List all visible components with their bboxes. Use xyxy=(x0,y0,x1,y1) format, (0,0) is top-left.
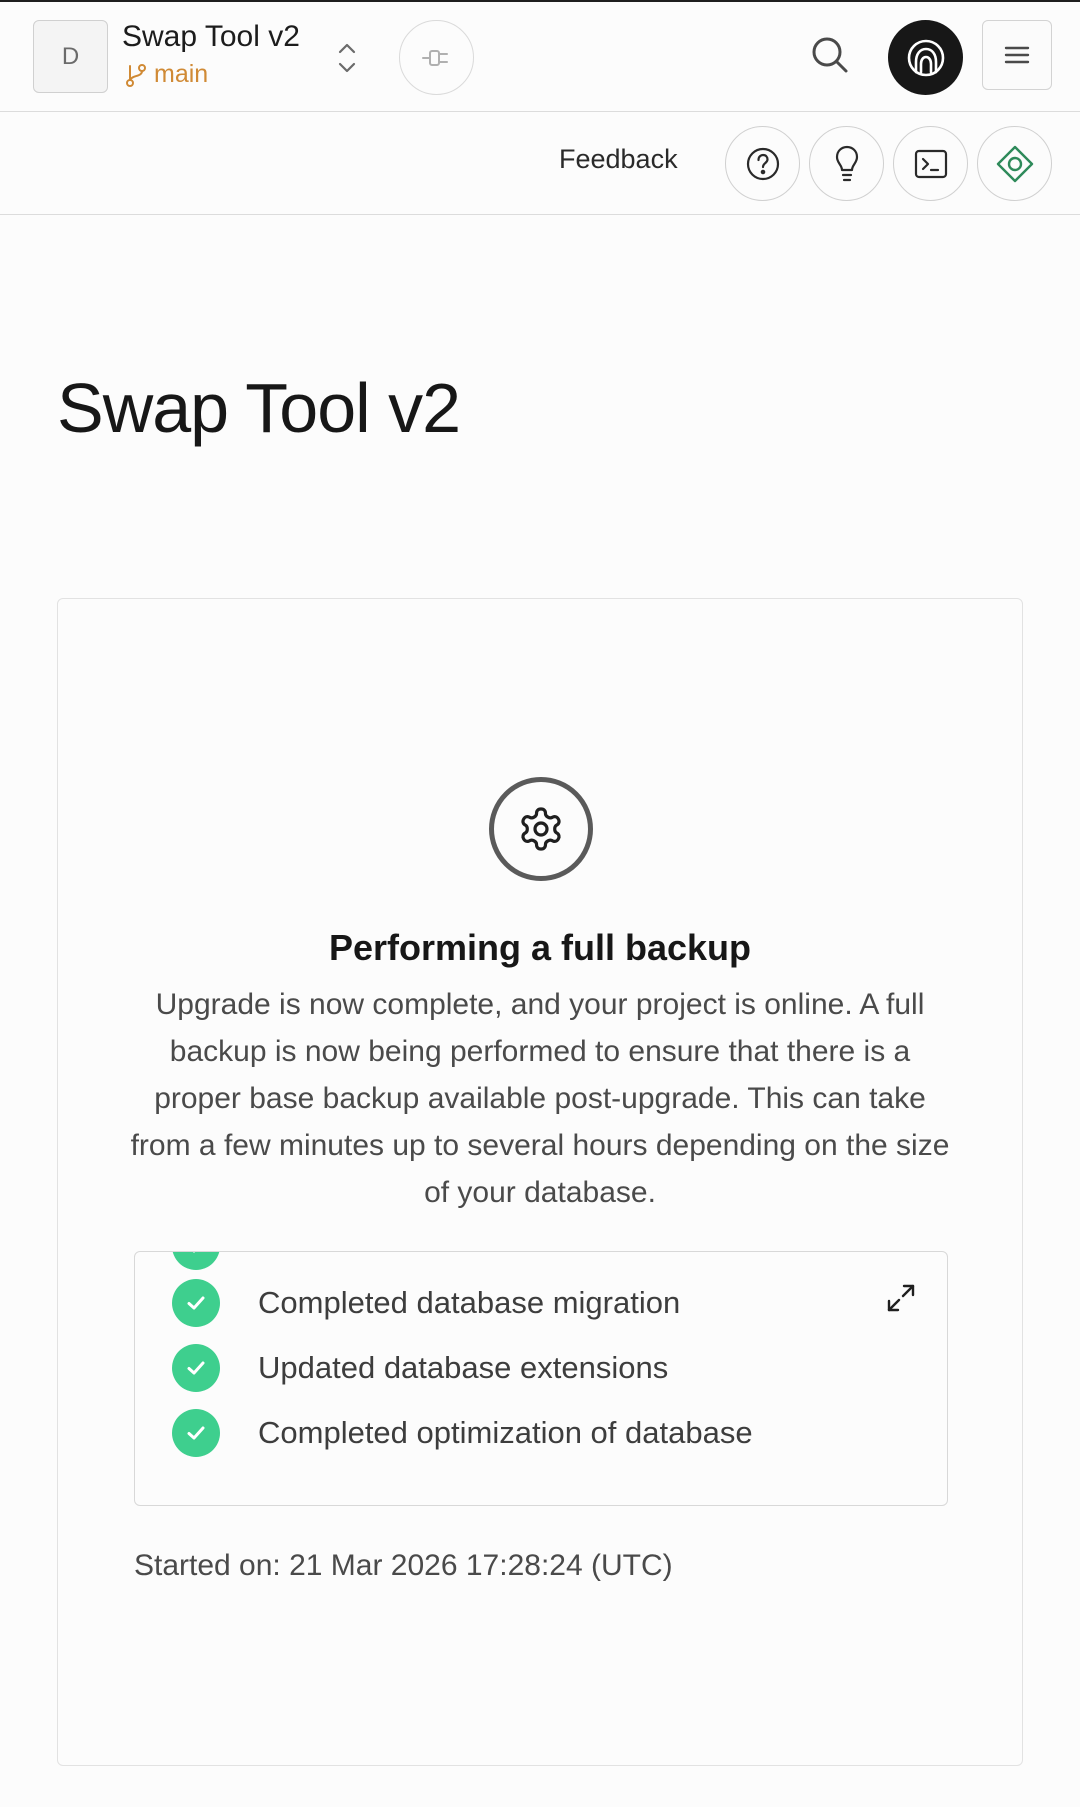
branch-name: main xyxy=(154,60,209,88)
terminal-icon xyxy=(914,149,947,178)
expand-icon xyxy=(887,1284,915,1312)
connect-button[interactable] xyxy=(399,20,474,95)
list-item: Completed database migration xyxy=(172,1279,680,1327)
check-icon xyxy=(172,1344,220,1392)
menu-button[interactable] xyxy=(982,20,1052,90)
project-switcher-chevron-icon[interactable] xyxy=(332,38,362,78)
top-navigation-bar: D Swap Tool v2 main xyxy=(0,0,1080,112)
project-name[interactable]: Swap Tool v2 xyxy=(122,20,300,54)
list-item xyxy=(172,1252,220,1270)
lightbulb-icon xyxy=(835,145,858,181)
account-icon xyxy=(907,39,944,76)
list-item: Updated database extensions xyxy=(172,1344,668,1392)
account-button[interactable] xyxy=(888,20,963,95)
check-icon xyxy=(172,1409,220,1457)
branch-icon xyxy=(126,63,146,87)
check-icon xyxy=(172,1279,220,1327)
status-icon-circle xyxy=(489,777,593,881)
status-title: Performing a full backup xyxy=(328,927,752,968)
step-label: Updated database extensions xyxy=(258,1350,669,1385)
backup-status-card: Performing a full backup Upgrade is now … xyxy=(57,598,1023,1766)
help-button[interactable] xyxy=(725,126,800,201)
search-icon xyxy=(812,37,848,73)
plug-icon xyxy=(421,49,448,66)
list-item: Completed optimization of database xyxy=(172,1409,753,1457)
step-label: Completed database migration xyxy=(258,1285,681,1320)
step-label: Completed optimization of database xyxy=(258,1415,753,1450)
terminal-button[interactable] xyxy=(893,126,968,201)
help-icon xyxy=(746,147,779,180)
tips-button[interactable] xyxy=(809,126,884,201)
search-button[interactable] xyxy=(805,30,855,80)
feedback-button[interactable]: Feedback xyxy=(559,144,678,175)
toolbar: Feedback xyxy=(0,112,1080,215)
started-timestamp: Started on: 21 Mar 2026 17:28:24 (UTC) xyxy=(134,1549,673,1582)
diamond-icon xyxy=(996,145,1033,182)
progress-steps-list[interactable]: Completed database migration Updated dat… xyxy=(134,1251,948,1506)
status-description: Upgrade is now complete, and your projec… xyxy=(130,988,950,1209)
org-badge[interactable]: D xyxy=(33,20,108,93)
expand-button[interactable] xyxy=(883,1280,919,1316)
check-icon xyxy=(172,1252,220,1270)
branch-selector[interactable]: main xyxy=(124,60,208,89)
assistant-button[interactable] xyxy=(977,126,1052,201)
page-title: Swap Tool v2 xyxy=(57,369,461,447)
menu-icon xyxy=(1004,46,1030,64)
gear-icon xyxy=(521,807,561,851)
